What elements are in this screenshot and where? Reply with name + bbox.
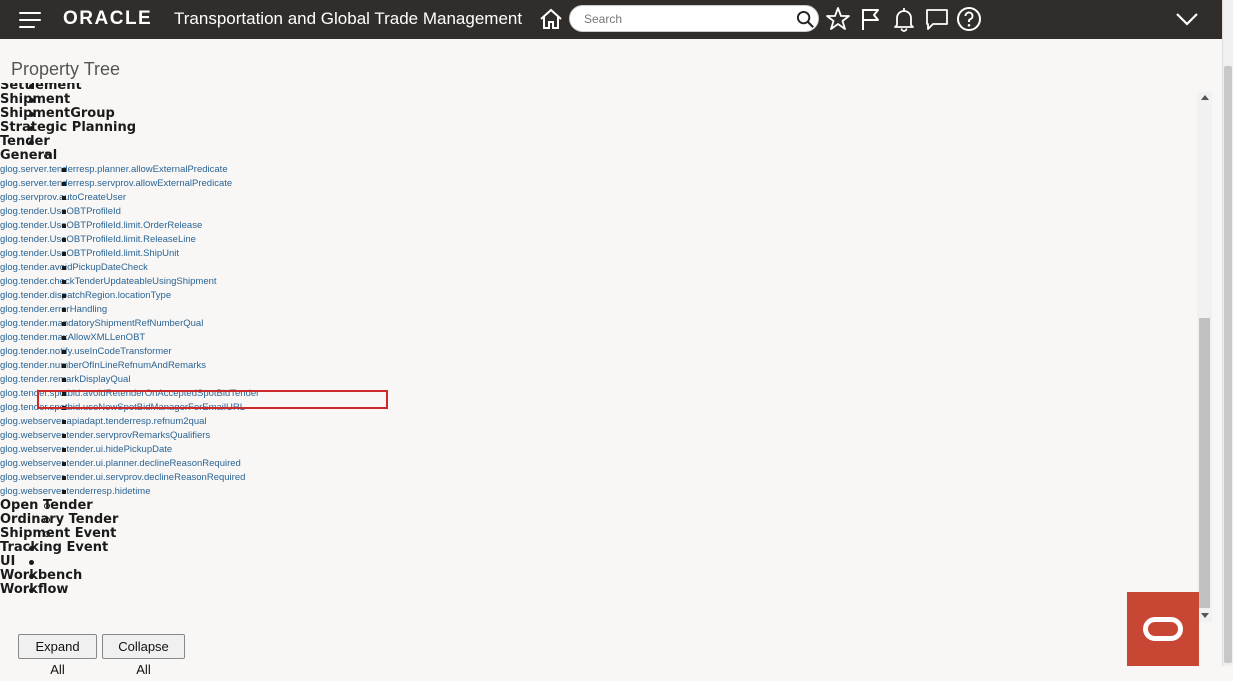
property-link[interactable]: glog.tender.numberOfInLineRefnumAndRemar… [0, 359, 259, 373]
tree-scrollbar-thumb[interactable] [1199, 318, 1210, 608]
property-link-text[interactable]: glog.tender.UseOBTProfileId.limit.ShipUn… [0, 248, 179, 259]
property-link[interactable]: glog.webserver.tender.ui.hidePickupDate [0, 443, 259, 457]
tree-node[interactable]: ShipmentGroup [0, 107, 259, 121]
property-link-text[interactable]: glog.tender.UseOBTProfileId.limit.OrderR… [0, 220, 202, 231]
property-link-text[interactable]: glog.tender.checkTenderUpdateableUsingSh… [0, 276, 217, 287]
property-link[interactable]: glog.tender.UseOBTProfileId.limit.OrderR… [0, 219, 259, 233]
property-link[interactable]: glog.webserver.tenderresp.hidetime [0, 485, 259, 499]
property-link-text[interactable]: glog.tender.remarkDisplayQual [0, 374, 130, 385]
property-link-text[interactable]: glog.tender.spotbid.useNewSpotBidManager… [0, 402, 245, 413]
page-title: Property Tree [11, 59, 121, 79]
tree-node[interactable]: Shipment [0, 93, 259, 107]
tree-node[interactable]: Tender [0, 135, 259, 149]
property-link[interactable]: glog.tender.UseOBTProfileId.limit.Releas… [0, 233, 259, 247]
property-link[interactable]: glog.tender.remarkDisplayQual [0, 373, 259, 387]
property-link-text[interactable]: glog.tender.UseOBTProfileId.limit.Releas… [0, 234, 196, 245]
scroll-up-arrow-icon[interactable] [1201, 95, 1209, 100]
property-link[interactable]: glog.tender.notify.useInCodeTransformer [0, 345, 259, 359]
property-link[interactable]: glog.tender.checkTenderUpdateableUsingSh… [0, 275, 259, 289]
flag-icon[interactable] [858, 6, 884, 32]
property-link[interactable]: glog.tender.mandatoryShipmentRefNumberQu… [0, 317, 259, 331]
tree-node[interactable]: Workflow [0, 583, 259, 597]
property-link-text[interactable]: glog.tender.avoidPickupDateCheck [0, 262, 148, 273]
property-link-text[interactable]: glog.webserver.tender.servprovRemarksQua… [0, 430, 210, 441]
property-link[interactable]: glog.webserver.tender.ui.planner.decline… [0, 457, 259, 471]
property-link[interactable]: glog.tender.spotbid.useNewSpotBidManager… [0, 401, 259, 415]
favorites-star-icon[interactable] [825, 6, 851, 32]
property-link[interactable]: glog.tender.spotbid.avoidRetenderOnAccep… [0, 387, 259, 401]
property-link-text[interactable]: glog.servprov.autoCreateUser [0, 192, 126, 203]
tree-subnode[interactable]: General [0, 149, 259, 163]
tree-node[interactable]: UI [0, 555, 259, 569]
property-link[interactable]: glog.servprov.autoCreateUser [0, 191, 259, 205]
property-link[interactable]: glog.tender.avoidPickupDateCheck [0, 261, 259, 275]
expand-all-button[interactable]: Expand All [18, 634, 97, 677]
property-link-text[interactable]: glog.tender.numberOfInLineRefnumAndRemar… [0, 360, 206, 371]
property-link-text[interactable]: glog.tender.maxAllowXMLLenOBT [0, 332, 145, 343]
property-tree: Settlement Shipment ShipmentGroup Strategic… [0, 83, 259, 597]
oracle-assistant-button[interactable] [1127, 592, 1199, 666]
search-field[interactable] [569, 5, 819, 32]
property-link[interactable]: glog.tender.UseOBTProfileId.limit.ShipUn… [0, 247, 259, 261]
property-link-text[interactable]: glog.webserver.tender.ui.servprov.declin… [0, 472, 245, 483]
app-title: Transportation and Global Trade Manageme… [174, 9, 523, 28]
property-link-text[interactable]: glog.webserver.tender.ui.planner.decline… [0, 458, 241, 469]
property-link-text[interactable]: glog.server.tenderresp.planner.allowExte… [0, 164, 228, 175]
notifications-bell-icon[interactable] [891, 6, 917, 32]
property-link-text[interactable]: glog.tender.UseOBTProfileId [0, 206, 121, 217]
help-icon[interactable] [956, 6, 982, 32]
property-link[interactable]: glog.tender.dispatchRegion.locationType [0, 289, 259, 303]
property-link[interactable]: glog.tender.UseOBTProfileId [0, 205, 259, 219]
property-link[interactable]: glog.server.tenderresp.planner.allowExte… [0, 163, 259, 177]
oracle-logo[interactable]: ORACLE [63, 8, 152, 30]
property-link[interactable]: glog.webserver.apiadapt.tenderresp.refnu… [0, 415, 259, 429]
property-link-text[interactable]: glog.tender.errorHandling [0, 304, 107, 315]
property-link-text[interactable]: glog.tender.spotbid.avoidRetenderOnAccep… [0, 388, 259, 399]
chevron-down-icon[interactable] [1174, 6, 1200, 32]
property-link[interactable]: glog.webserver.tender.ui.servprov.declin… [0, 471, 259, 485]
oracle-ring-icon [1143, 617, 1183, 641]
search-icon[interactable] [796, 10, 815, 29]
property-link[interactable]: glog.tender.errorHandling [0, 303, 259, 317]
property-link-text[interactable]: glog.webserver.tenderresp.hidetime [0, 486, 151, 497]
search-input[interactable] [582, 9, 782, 29]
tree-node[interactable]: Workbench [0, 569, 259, 583]
messages-icon[interactable] [924, 6, 950, 32]
property-link-text[interactable]: glog.tender.dispatchRegion.locationType [0, 290, 171, 301]
tree-subnode[interactable]: Open Tender [0, 499, 259, 513]
property-link-text[interactable]: glog.tender.notify.useInCodeTransformer [0, 346, 172, 357]
page-scrollbar-thumb[interactable] [1224, 66, 1232, 663]
scroll-down-arrow-icon[interactable] [1201, 613, 1209, 618]
tree-node[interactable]: Strategic Planning [0, 121, 259, 135]
property-link[interactable]: glog.tender.maxAllowXMLLenOBT [0, 331, 259, 345]
property-link-text[interactable]: glog.webserver.tender.ui.hidePickupDate [0, 444, 172, 455]
property-link[interactable]: glog.server.tenderresp.servprov.allowExt… [0, 177, 259, 191]
tree-subnode[interactable]: Ordinary Tender [0, 513, 259, 527]
home-icon[interactable] [538, 6, 564, 32]
property-link-text[interactable]: glog.server.tenderresp.servprov.allowExt… [0, 178, 232, 189]
collapse-all-button[interactable]: Collapse All [102, 634, 185, 677]
tree-subnode[interactable]: Shipment Event [0, 527, 259, 541]
property-link-text[interactable]: glog.tender.mandatoryShipmentRefNumberQu… [0, 318, 203, 329]
tree-node[interactable]: Tracking Event [0, 541, 259, 555]
menu-icon[interactable] [19, 12, 41, 28]
property-link[interactable]: glog.webserver.tender.servprovRemarksQua… [0, 429, 259, 443]
property-tree-panel: Settlement Shipment ShipmentGroup Strategic… [0, 83, 1196, 623]
top-navigation-bar: ORACLE Transportation and Global Trade M… [0, 0, 1222, 39]
property-link-text[interactable]: glog.webserver.apiadapt.tenderresp.refnu… [0, 416, 207, 427]
